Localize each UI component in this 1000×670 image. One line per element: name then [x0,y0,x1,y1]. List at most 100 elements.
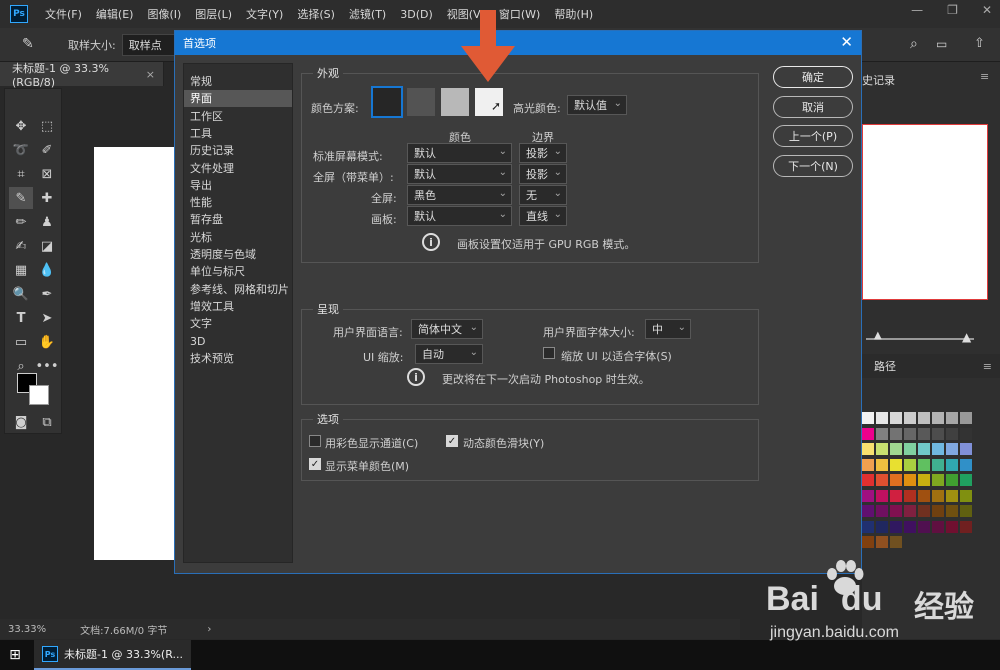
color-swatch[interactable] [960,489,972,502]
color-scheme-medium[interactable] [441,88,469,116]
standard-screen-color-select[interactable]: 默认 ⌄ [407,143,512,163]
highlight-color-select[interactable]: 默认值 ⌄ [567,95,627,115]
color-swatch[interactable] [960,505,972,517]
color-swatch[interactable] [932,427,944,440]
color-swatch[interactable] [876,443,888,455]
color-swatch[interactable] [946,489,958,502]
color-swatch[interactable] [918,458,930,471]
move-tool-icon[interactable]: ✥ [9,115,33,137]
color-swatch[interactable] [932,489,944,502]
close-window-icon[interactable]: ✕ [982,3,992,17]
cancel-button[interactable]: 取消 [773,96,853,118]
color-swatch[interactable] [918,443,930,455]
nav-item[interactable]: 增效工具 [184,298,292,315]
color-swatch[interactable] [960,520,972,533]
panel-menu-icon[interactable]: ≡ [983,360,992,373]
color-swatch[interactable] [960,443,972,455]
hand-tool-icon[interactable]: ✋ [35,331,59,353]
artboard-color-select[interactable]: 默认 ⌄ [407,206,512,226]
color-swatch[interactable] [876,458,888,471]
color-swatch[interactable] [890,536,902,548]
pen-tool-icon[interactable]: ✒ [35,283,59,305]
quick-mask-icon[interactable]: ◙ [9,411,33,433]
color-swatch[interactable] [904,520,916,533]
color-swatch[interactable] [904,427,916,440]
search-icon[interactable]: ⌕ [910,36,918,52]
zoom-slider-track[interactable] [866,338,974,340]
color-swatch[interactable] [918,412,930,424]
ui-language-select[interactable]: 简体中文 ⌄ [411,319,483,339]
color-swatch[interactable] [904,489,916,502]
sample-size-select[interactable]: 取样点 [121,33,180,56]
color-swatch[interactable] [876,412,888,424]
color-swatch[interactable] [946,427,958,440]
close-icon[interactable]: × [146,68,155,81]
color-swatch[interactable] [932,474,944,486]
color-swatch[interactable] [862,536,874,548]
nav-item[interactable]: 常规 [184,73,292,90]
menu-edit[interactable]: 编辑(E) [89,6,141,22]
color-swatch[interactable] [862,458,874,471]
color-swatch[interactable] [904,443,916,455]
ui-scale-select[interactable]: 自动 ⌄ [415,344,483,364]
color-swatch[interactable] [890,520,902,533]
nav-item[interactable]: 文字 [184,315,292,332]
nav-item[interactable]: 文件处理 [184,160,292,177]
navigator-preview[interactable] [862,124,988,300]
color-swatch[interactable] [932,443,944,455]
color-swatch[interactable] [932,505,944,517]
color-swatch[interactable] [862,474,874,486]
document-tab[interactable]: 未标题-1 @ 33.3%(RGB/8) × [0,62,164,89]
color-swatch[interactable] [890,458,902,471]
color-swatch[interactable] [946,458,958,471]
next-button[interactable]: 下一个(N) [773,155,853,177]
marquee-tool-icon[interactable]: ⬚ [35,115,59,137]
menu-layer[interactable]: 图层(L) [188,6,239,22]
color-swatch[interactable] [932,412,944,424]
panel-menu-icon[interactable]: ≡ [980,70,989,83]
color-swatch[interactable] [960,412,972,424]
frame-tool-icon[interactable]: ⊠ [35,163,59,185]
color-swatch[interactable] [876,489,888,502]
quick-select-icon[interactable]: ✐ [35,139,59,161]
menu-file[interactable]: 文件(F) [38,6,89,22]
color-swatch[interactable] [918,489,930,502]
color-swatch[interactable] [862,427,874,440]
color-channels-checkbox[interactable] [309,435,321,447]
color-swatch[interactable] [904,458,916,471]
color-swatch[interactable] [890,412,902,424]
zoom-in-icon[interactable]: ▲ [962,330,971,344]
color-swatch[interactable] [946,520,958,533]
menu-3d[interactable]: 3D(D) [393,8,440,21]
dynamic-sliders-checkbox[interactable]: ✓ [446,435,458,447]
document-canvas[interactable] [94,147,174,560]
menu-help[interactable]: 帮助(H) [547,6,600,22]
more-tools-icon[interactable]: ••• [35,355,59,377]
lasso-tool-icon[interactable]: ➰ [9,139,33,161]
eyedropper-icon[interactable]: ✎ [22,36,34,52]
rectangle-tool-icon[interactable]: ▭ [9,331,33,353]
close-icon[interactable]: ✕ [840,33,853,51]
eyedropper-tool-icon[interactable]: ✎ [9,187,33,209]
fullscreen-color-select[interactable]: 黑色 ⌄ [407,185,512,205]
standard-screen-border-select[interactable]: 投影 ⌄ [519,143,567,163]
history-brush-icon[interactable]: ✍ [9,235,33,257]
menu-filter[interactable]: 滤镜(T) [342,6,393,22]
color-swatch[interactable] [904,474,916,486]
color-swatch[interactable] [932,458,944,471]
color-swatch[interactable] [890,427,902,440]
color-swatch[interactable] [960,427,972,440]
nav-item[interactable]: 性能 [184,194,292,211]
crop-tool-icon[interactable]: ⌗ [9,163,33,185]
dodge-tool-icon[interactable]: 🔍 [9,283,33,305]
nav-item[interactable]: 界面 [184,90,292,108]
color-swatch[interactable] [918,520,930,533]
color-swatch[interactable] [890,505,902,517]
minimize-icon[interactable]: — [911,3,923,17]
gradient-tool-icon[interactable]: ▦ [9,259,33,281]
nav-item[interactable]: 工具 [184,125,292,142]
paths-tab[interactable]: 路径 [874,358,896,374]
windows-start-icon[interactable]: ⊞ [0,647,30,663]
share-icon[interactable]: ⇧ [974,36,985,51]
nav-item[interactable]: 导出 [184,177,292,194]
